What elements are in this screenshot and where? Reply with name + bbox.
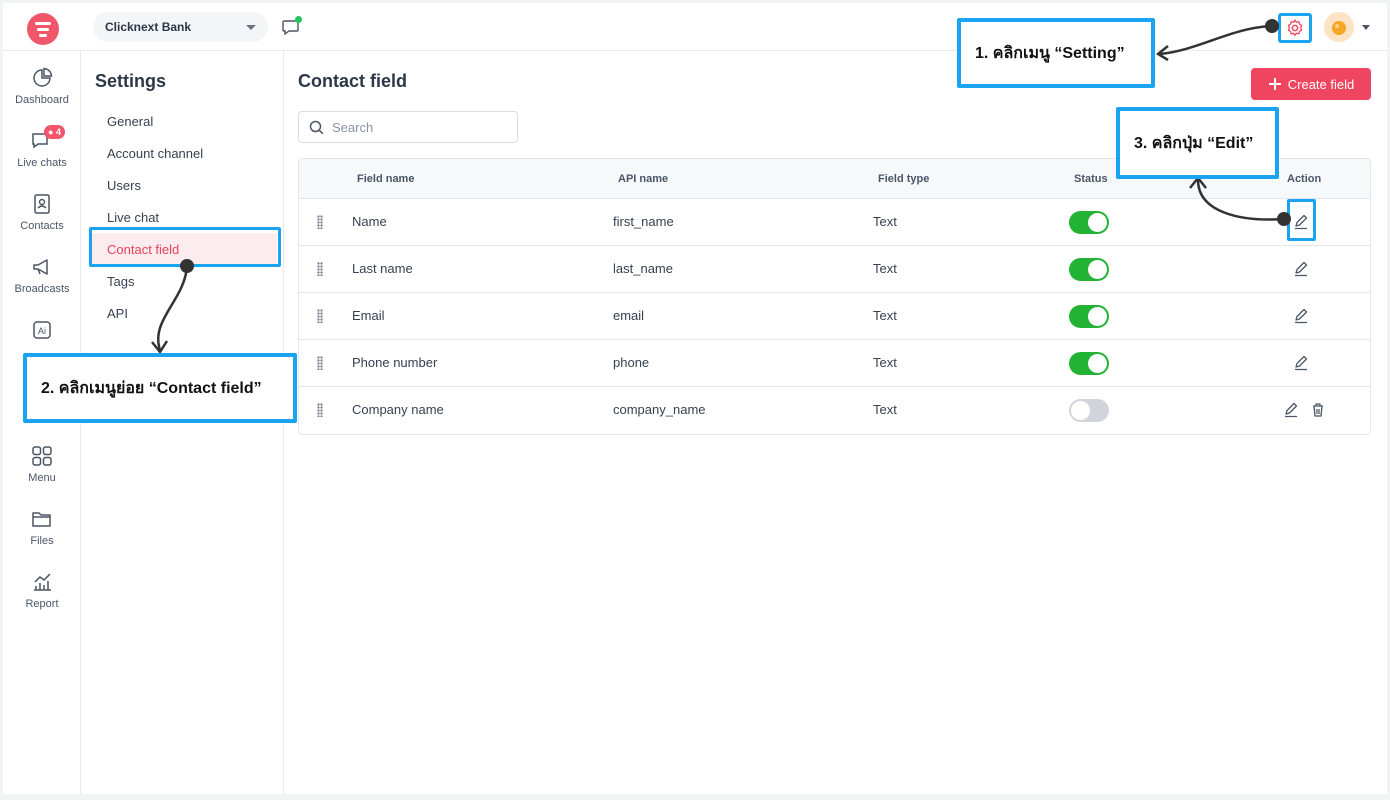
top-bar: Clicknext Bank — [3, 3, 1387, 51]
field-type: Text — [873, 214, 897, 229]
field-name: Email — [352, 308, 385, 323]
table-row: Email email Text — [299, 293, 1370, 340]
rail-item-contacts[interactable]: Contacts — [3, 181, 81, 237]
field-name: Company name — [352, 402, 444, 417]
column-header: Field name — [357, 173, 415, 185]
folder-icon — [32, 512, 51, 527]
field-type: Text — [873, 308, 897, 323]
settings-item-general[interactable]: General — [92, 105, 277, 137]
contact-field-table: Field name API name Field type Status Ac… — [298, 158, 1371, 435]
search-field[interactable] — [298, 111, 518, 143]
field-name: Last name — [352, 261, 413, 276]
grid-icon — [32, 446, 52, 466]
search-icon — [309, 120, 324, 134]
page-title: Contact field — [298, 71, 408, 91]
field-type: Text — [873, 261, 897, 276]
chevron-down-icon — [246, 24, 256, 30]
app-logo[interactable] — [27, 13, 59, 45]
settings-button[interactable] — [1278, 13, 1312, 43]
drag-handle-icon[interactable] — [317, 262, 323, 276]
field-name: Name — [352, 214, 387, 229]
avatar[interactable] — [1324, 12, 1354, 42]
table-row: Name first_name Text — [299, 199, 1370, 246]
column-header: Action — [1287, 173, 1322, 185]
status-toggle[interactable] — [1069, 352, 1109, 375]
workspace-selector[interactable]: Clicknext Bank — [93, 12, 268, 42]
plus-icon — [1268, 78, 1281, 90]
create-field-button[interactable]: Create field — [1251, 68, 1371, 100]
field-type: Text — [873, 402, 897, 417]
api-name: company_name — [613, 402, 706, 417]
edit-icon[interactable] — [1293, 261, 1309, 277]
search-input[interactable] — [332, 119, 492, 135]
toggle-knob — [1088, 354, 1107, 373]
settings-item-live-chat[interactable]: Live chat — [92, 201, 277, 233]
column-header: Status — [1074, 173, 1108, 185]
online-dot — [295, 16, 302, 23]
api-name: first_name — [613, 214, 674, 229]
status-toggle[interactable] — [1069, 399, 1109, 422]
toggle-knob — [1088, 213, 1107, 232]
chat-icon: ● 4 — [31, 125, 65, 152]
rail-item-files[interactable]: Files — [3, 496, 81, 552]
drag-handle-icon[interactable] — [317, 309, 323, 323]
settings-item-api[interactable]: API — [92, 297, 277, 329]
edit-icon[interactable] — [1283, 402, 1299, 418]
api-name: email — [613, 308, 645, 323]
toggle-knob — [1088, 260, 1107, 279]
status-toggle[interactable] — [1069, 258, 1109, 281]
table-row: Company name company_name Text — [299, 387, 1370, 434]
svg-text:Ai: Ai — [38, 326, 46, 336]
rail-item-menu[interactable]: Menu — [3, 433, 81, 489]
api-name: last_name — [613, 261, 673, 276]
settings-title: Settings — [95, 71, 167, 91]
workspace-name: Clicknext Bank — [105, 20, 192, 34]
chevron-down-icon[interactable] — [1362, 25, 1370, 30]
trash-icon[interactable] — [1310, 402, 1326, 418]
drag-handle-icon[interactable] — [317, 403, 323, 417]
column-header: Field type — [878, 173, 930, 185]
table-row: Phone number phone Text — [299, 340, 1370, 387]
callout-step-2: 2. คลิกเมนูย่อย “Contact field” — [23, 353, 297, 423]
settings-item-tags[interactable]: Tags — [92, 265, 277, 297]
pie-chart-icon — [33, 67, 53, 87]
drag-handle-icon[interactable] — [317, 215, 323, 229]
toggle-knob — [1088, 307, 1107, 326]
settings-item-users[interactable]: Users — [92, 169, 277, 201]
settings-item-contact-field[interactable]: Contact field — [92, 233, 277, 265]
status-toggle[interactable] — [1069, 211, 1109, 234]
contact-book-icon — [34, 194, 50, 214]
drag-handle-icon[interactable] — [317, 356, 323, 370]
gear-icon — [1287, 19, 1303, 37]
rail-item-live-chats[interactable]: ● 4 Live chats — [3, 118, 81, 174]
callout-step-3: 3. คลิกปุ่ม “Edit” — [1116, 107, 1279, 179]
column-header: API name — [618, 173, 669, 185]
field-name: Phone number — [352, 355, 438, 370]
rail-item-report[interactable]: Report — [3, 559, 81, 615]
table-row: Last name last_name Text — [299, 246, 1370, 293]
callout-step-1: 1. คลิกเมนู “Setting” — [957, 18, 1155, 88]
megaphone-icon — [33, 259, 48, 275]
field-type: Text — [873, 355, 897, 370]
rail-item-dashboard[interactable]: Dashboard — [3, 55, 81, 111]
edit-icon[interactable] — [1293, 355, 1309, 371]
edit-icon[interactable] — [1293, 214, 1309, 230]
rail-item-broadcasts[interactable]: Broadcasts — [3, 244, 81, 300]
chat-status-icon[interactable] — [282, 16, 302, 36]
api-name: phone — [613, 355, 650, 370]
report-icon — [34, 573, 51, 591]
ai-icon: Ai — [33, 321, 51, 339]
unread-badge: ● 4 — [44, 125, 65, 139]
toggle-knob — [1071, 401, 1090, 420]
status-toggle[interactable] — [1069, 305, 1109, 328]
edit-icon[interactable] — [1293, 308, 1309, 324]
settings-item-account-channel[interactable]: Account channel — [92, 137, 277, 169]
